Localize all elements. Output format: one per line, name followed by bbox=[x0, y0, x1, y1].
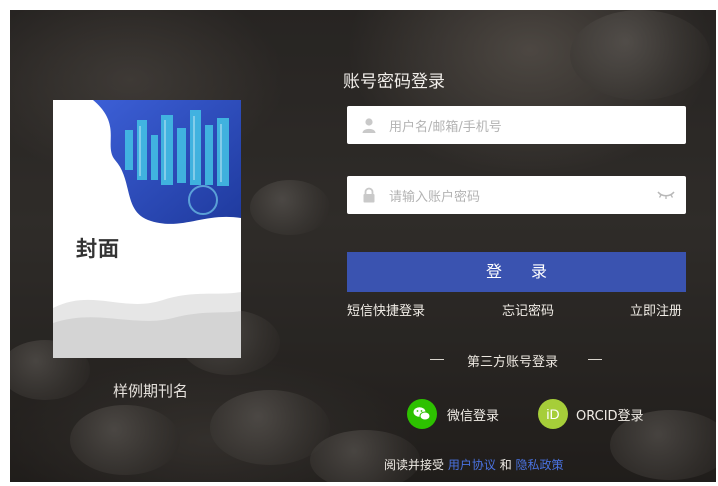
orcid-icon: iD bbox=[538, 399, 568, 429]
orcid-login-button[interactable]: iD ORCID登录 bbox=[538, 399, 644, 429]
journal-cover: 封面 bbox=[53, 100, 241, 358]
register-link[interactable]: 立即注册 bbox=[630, 300, 682, 319]
cover-city-graphic bbox=[93, 100, 241, 224]
journal-name: 样例期刊名 bbox=[113, 382, 189, 400]
divider-left bbox=[430, 359, 444, 360]
user-agreement-link[interactable]: 用户协议 bbox=[448, 458, 496, 472]
login-page: 封面 样例期刊名 账号密码登录 用户名/邮箱/手机号 请输入账户密码 登 录 短… bbox=[10, 10, 716, 482]
third-party-title: 第三方账号登录 bbox=[467, 355, 559, 370]
cover-wave-graphic bbox=[53, 292, 241, 358]
login-button[interactable]: 登 录 bbox=[347, 252, 686, 292]
agreement-and: 和 bbox=[499, 458, 512, 472]
username-placeholder: 用户名/邮箱/手机号 bbox=[389, 120, 502, 135]
divider-right bbox=[588, 359, 602, 360]
agreement-prefix: 阅读并接受 bbox=[384, 458, 445, 472]
sms-login-link[interactable]: 短信快捷登录 bbox=[347, 300, 425, 319]
username-field[interactable]: 用户名/邮箱/手机号 bbox=[347, 106, 686, 144]
password-field[interactable]: 请输入账户密码 bbox=[347, 176, 686, 214]
wechat-icon bbox=[407, 399, 437, 429]
privacy-policy-link[interactable]: 隐私政策 bbox=[516, 458, 564, 472]
orcid-login-label: ORCID登录 bbox=[576, 408, 644, 424]
forgot-password-link[interactable]: 忘记密码 bbox=[502, 300, 554, 319]
lock-icon bbox=[363, 187, 375, 203]
eye-hidden-icon[interactable] bbox=[656, 187, 676, 201]
agreement-text: 阅读并接受 用户协议 和 隐私政策 bbox=[384, 456, 564, 473]
password-placeholder: 请输入账户密码 bbox=[389, 190, 481, 205]
login-title: 账号密码登录 bbox=[343, 72, 445, 92]
cover-title: 封面 bbox=[76, 237, 120, 261]
wechat-login-button[interactable]: 微信登录 bbox=[407, 399, 499, 429]
wechat-login-label: 微信登录 bbox=[447, 408, 500, 424]
user-icon bbox=[362, 118, 376, 133]
